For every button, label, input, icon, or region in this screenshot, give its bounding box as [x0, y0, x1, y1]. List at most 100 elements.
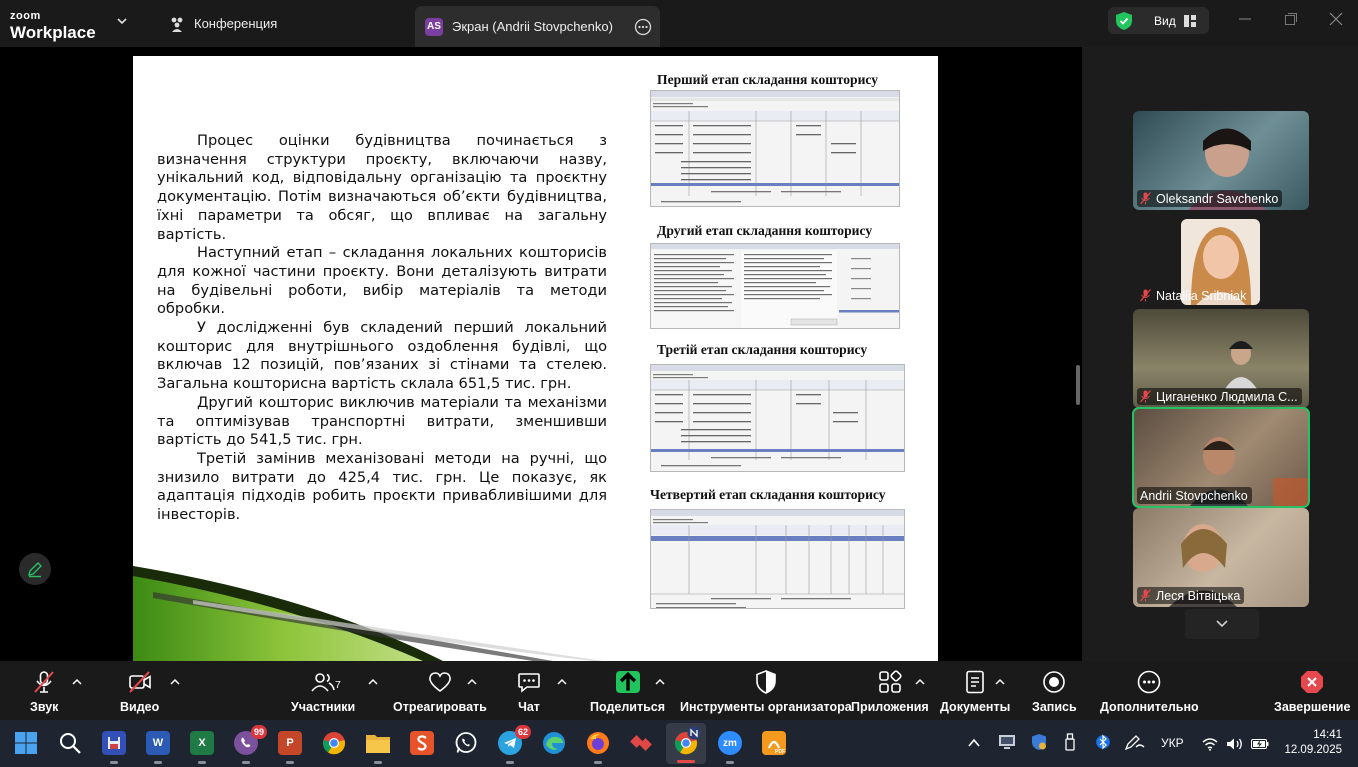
- folder-icon: [366, 735, 390, 753]
- video-button[interactable]: Видео: [120, 669, 159, 714]
- taskbar-app-firefox[interactable]: [584, 729, 612, 764]
- taskbar-app-anydesk[interactable]: [628, 729, 656, 757]
- participant-tile[interactable]: Леся Вітвіцька: [1133, 508, 1309, 607]
- start-button[interactable]: [12, 729, 40, 757]
- volume-icon[interactable]: [1226, 737, 1244, 751]
- taskbar-app-zoom[interactable]: zm: [716, 729, 744, 764]
- chat-options-caret-icon[interactable]: [557, 678, 567, 686]
- participants-label: Участники: [291, 700, 356, 714]
- chevron-down-icon[interactable]: [115, 14, 129, 28]
- share-options-caret-icon[interactable]: [655, 678, 665, 686]
- participant-name-label: Andrii Stovpchenko: [1140, 488, 1248, 503]
- language-indicator[interactable]: УКР: [1161, 736, 1184, 750]
- apps-button[interactable]: Приложения: [851, 669, 929, 714]
- pencil-icon: [28, 562, 42, 578]
- chat-button[interactable]: Чат: [516, 669, 542, 714]
- running-indicator: [110, 761, 118, 764]
- react-options-caret-icon[interactable]: [467, 678, 477, 686]
- floppy-icon: [102, 731, 126, 755]
- battery-charging-icon[interactable]: [1251, 738, 1269, 750]
- audio-options-caret-icon[interactable]: [72, 678, 82, 686]
- profile-avatar-icon: [687, 726, 701, 740]
- apps-options-caret-icon[interactable]: [915, 678, 925, 686]
- tray-overflow-chevron-icon[interactable]: [968, 738, 980, 748]
- tab-conference-label: Конференция: [194, 16, 278, 31]
- taskbar-app-whatsapp[interactable]: [452, 729, 480, 757]
- share-screen-button[interactable]: Поделиться: [590, 669, 665, 714]
- pen-input-icon[interactable]: [1124, 733, 1146, 751]
- taskbar-search-button[interactable]: [56, 729, 84, 757]
- view-button[interactable]: Вид: [1108, 7, 1209, 34]
- mic-muted-icon: [1140, 589, 1151, 602]
- taskbar-app-s[interactable]: [408, 729, 436, 757]
- annotate-button[interactable]: [19, 553, 51, 585]
- display-icon[interactable]: [998, 734, 1016, 750]
- tab-conference[interactable]: Конференция: [158, 6, 287, 41]
- taskbar-app-chrome-profile-active[interactable]: [666, 723, 706, 764]
- running-indicator: [242, 761, 250, 764]
- security-center-icon[interactable]: [1031, 733, 1047, 751]
- usb-device-icon[interactable]: [1064, 733, 1076, 751]
- taskbar-app-powerpoint[interactable]: P: [276, 729, 304, 764]
- participant-tile-active-speaker[interactable]: Andrii Stovpchenko: [1132, 407, 1310, 508]
- system-clock[interactable]: 14:41 12.09.2025: [1278, 728, 1342, 758]
- participants-icon: [311, 673, 335, 692]
- gallery-scroll-down-button[interactable]: [1185, 609, 1259, 639]
- slide-paragraph: Наступний етап – складання локальних кош…: [157, 244, 607, 318]
- video-off-icon: [128, 671, 151, 693]
- documents-options-caret-icon[interactable]: [995, 678, 1005, 686]
- tab-screen-label: Экран (Andrii Stovpchenko): [452, 19, 613, 34]
- record-icon: [1043, 671, 1066, 693]
- edge-icon: [543, 732, 565, 754]
- participant-name-label: Oleksandr Savchenko: [1156, 191, 1279, 206]
- taskbar-app-edge[interactable]: [540, 729, 568, 757]
- anydesk-icon: [630, 735, 652, 751]
- audio-button[interactable]: Звук: [30, 669, 58, 714]
- participant-tile[interactable]: Циганенко Людмила С...: [1133, 309, 1309, 408]
- video-label: Видео: [120, 700, 160, 714]
- taskbar-app-disk[interactable]: [100, 729, 128, 764]
- stage-title-4: Четвертий етап складання кошторису: [650, 487, 886, 502]
- stage-title-1: Перший етап складання кошторису: [657, 72, 879, 87]
- chat-label: Чат: [518, 700, 540, 714]
- more-button[interactable]: Дополнительно: [1100, 669, 1199, 714]
- notification-badge: 99: [250, 725, 267, 739]
- react-button[interactable]: Отреагировать: [393, 669, 487, 714]
- taskbar-app-telegram[interactable]: 62: [496, 725, 531, 764]
- documents-label: Документы: [940, 700, 1011, 714]
- heart-icon: [429, 672, 451, 692]
- participant-name-label: Леся Вітвіцька: [1156, 588, 1241, 603]
- taskbar-app-chrome[interactable]: [320, 729, 348, 757]
- taskbar-app-excel[interactable]: X: [188, 729, 216, 764]
- record-button[interactable]: Запись: [1032, 669, 1077, 714]
- host-tools-label: Инструменты организатора: [680, 700, 852, 714]
- participant-tile[interactable]: Oleksandr Savchenko: [1133, 111, 1309, 210]
- host-tools-button[interactable]: Инструменты организатора: [680, 669, 852, 714]
- stage-2-screenshot: [650, 243, 900, 329]
- slide-decoration-wave: [133, 566, 603, 661]
- participants-options-caret-icon[interactable]: [368, 678, 378, 686]
- wifi-icon[interactable]: [1202, 737, 1218, 751]
- stage-3-screenshot: [650, 364, 905, 472]
- s-app-icon: [410, 731, 434, 755]
- bluetooth-icon[interactable]: [1096, 733, 1110, 751]
- tab-screen-share[interactable]: AS Экран (Andrii Stovpchenko): [415, 6, 660, 47]
- taskbar-app-pdf[interactable]: PDF: [760, 729, 788, 757]
- end-meeting-button[interactable]: Завершение: [1274, 669, 1350, 714]
- video-options-caret-icon[interactable]: [170, 678, 180, 686]
- slide-paragraph: Другий кошторис виключив матеріали та ме…: [157, 393, 607, 449]
- running-indicator: [594, 761, 602, 764]
- taskbar-app-word[interactable]: W: [144, 729, 172, 764]
- firefox-icon: [587, 732, 609, 754]
- participants-button[interactable]: Участники 7: [291, 669, 355, 714]
- panel-resize-handle[interactable]: [1076, 365, 1080, 405]
- more-options-icon[interactable]: [634, 18, 652, 36]
- maximize-icon[interactable]: [1284, 12, 1298, 26]
- taskbar-app-explorer[interactable]: [364, 729, 392, 764]
- close-icon[interactable]: [1329, 12, 1343, 26]
- minimize-icon[interactable]: [1238, 12, 1252, 26]
- notification-badge: 62: [514, 725, 531, 739]
- pdf-icon: PDF: [762, 731, 786, 755]
- documents-button[interactable]: Документы: [940, 669, 1010, 714]
- taskbar-app-viber[interactable]: 99: [232, 725, 267, 764]
